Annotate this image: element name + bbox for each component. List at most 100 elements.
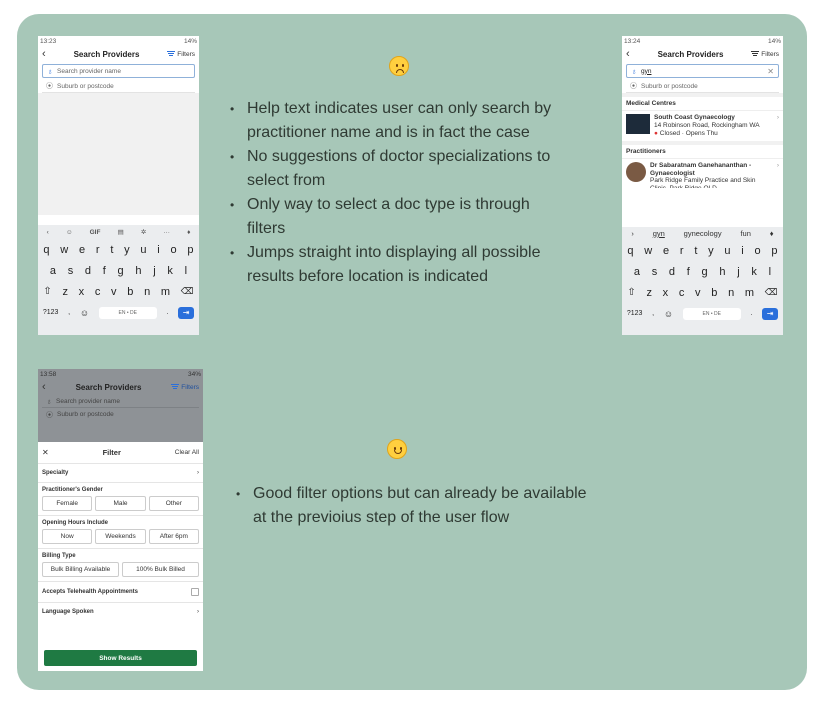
key-r[interactable]: r [96,244,100,256]
key-i[interactable]: i [741,245,743,257]
chevron-right-icon[interactable]: › [631,229,634,238]
comma-key[interactable]: , [68,309,70,316]
key-g[interactable]: g [118,265,124,277]
suggestion[interactable]: gynecology [684,229,722,238]
back-arrow-icon[interactable]: ‹ [626,48,630,60]
show-results-button[interactable]: Show Results [44,650,197,666]
specialty-row[interactable]: Specialty › [38,464,203,483]
key-j[interactable]: j [153,265,155,277]
key-y[interactable]: y [124,244,130,256]
emoji-icon[interactable]: ☺ [664,309,673,319]
key-g[interactable]: g [702,266,708,278]
clear-all-button[interactable]: Clear All [175,449,199,456]
key-x[interactable]: x [79,286,85,298]
telehealth-row[interactable]: Accepts Telehealth Appointments [38,582,203,603]
hours-now-chip[interactable]: Now [42,529,93,544]
provider-search-input[interactable]: ♁ gyn ✕ [626,64,779,78]
close-icon[interactable]: ✕ [42,448,49,457]
key-m[interactable]: m [161,286,170,298]
suggestion[interactable]: gyn [653,229,665,238]
back-arrow-icon[interactable]: ‹ [42,381,46,393]
key-a[interactable]: a [50,265,56,277]
suburb-input[interactable]: ⦿ Suburb or postcode [42,408,199,421]
suburb-input[interactable]: ⦿ Suburb or postcode [42,80,195,93]
bulk-billed-100-chip[interactable]: 100% Bulk Billed [122,562,199,577]
key-d[interactable]: d [669,266,675,278]
shift-icon[interactable]: ⇧ [43,286,51,297]
key-x[interactable]: x [663,287,669,299]
key-p[interactable]: p [187,244,193,256]
chevron-left-icon[interactable]: ‹ [47,229,49,236]
clipboard-icon[interactable]: ▤ [118,228,124,236]
key-l[interactable]: l [769,266,771,278]
microphone-icon[interactable]: ♦ [770,229,774,238]
medical-centre-result[interactable]: South Coast Gynaecology 14 Robinson Road… [622,110,783,145]
key-n[interactable]: n [144,286,150,298]
practitioner-result[interactable]: Dr Sabaratnam Ganehananthan - Gynaecolog… [622,158,783,188]
key-z[interactable]: z [62,286,68,298]
key-d[interactable]: d [85,265,91,277]
key-n[interactable]: n [728,287,734,299]
key-v[interactable]: v [111,286,117,298]
filters-button[interactable]: Filters [167,51,195,58]
key-v[interactable]: v [695,287,701,299]
suggestion[interactable]: fun [740,229,750,238]
period-key[interactable]: . [166,309,168,316]
key-h[interactable]: h [719,266,725,278]
microphone-icon[interactable]: ♦ [187,229,190,236]
symbols-key[interactable]: ?123 [43,309,59,316]
space-bar[interactable]: EN • DE [98,306,157,319]
key-l[interactable]: l [185,265,187,277]
telehealth-checkbox[interactable] [191,588,199,596]
enter-arrow-icon[interactable]: ⇥ [178,306,195,319]
bulk-billing-available-chip[interactable]: Bulk Billing Available [42,562,119,577]
key-b[interactable]: b [711,287,717,299]
settings-gear-icon[interactable]: ✲ [141,228,146,236]
hours-weekends-chip[interactable]: Weekends [95,529,146,544]
on-screen-keyboard[interactable]: ‹ ☺ GIF ▤ ✲ ··· ♦ q w e r t y u i o p a … [38,225,199,335]
key-k[interactable]: k [751,266,757,278]
backspace-icon[interactable]: ⌫ [765,287,778,298]
key-f[interactable]: f [103,265,106,277]
on-screen-keyboard[interactable]: › gyn gynecology fun ♦ q w e r t y u i o… [622,227,783,335]
space-bar[interactable]: EN • DE [682,307,741,320]
key-z[interactable]: z [646,287,652,299]
back-arrow-icon[interactable]: ‹ [42,48,46,60]
key-p[interactable]: p [771,245,777,257]
key-q[interactable]: q [43,244,49,256]
suburb-input[interactable]: ⦿ Suburb or postcode [626,80,779,93]
key-t[interactable]: t [694,245,697,257]
key-a[interactable]: a [634,266,640,278]
emoji-icon[interactable]: ☺ [80,308,89,318]
key-s[interactable]: s [652,266,658,278]
comma-key[interactable]: , [652,310,654,317]
key-u[interactable]: u [724,245,730,257]
gender-other-chip[interactable]: Other [148,496,199,511]
backspace-icon[interactable]: ⌫ [181,286,194,297]
key-c[interactable]: c [679,287,685,299]
key-y[interactable]: y [708,245,714,257]
key-o[interactable]: o [755,245,761,257]
key-u[interactable]: u [140,244,146,256]
shift-icon[interactable]: ⇧ [627,287,635,298]
hours-after6-chip[interactable]: After 6pm [148,529,199,544]
enter-arrow-icon[interactable]: ⇥ [762,307,779,320]
provider-search-input[interactable]: ♁ Search provider name [42,395,199,408]
filters-button[interactable]: Filters [171,384,199,391]
key-o[interactable]: o [171,244,177,256]
gif-button[interactable]: GIF [90,229,101,236]
clear-icon[interactable]: ✕ [767,67,774,76]
key-k[interactable]: k [167,265,173,277]
key-r[interactable]: r [680,245,684,257]
period-key[interactable]: . [750,310,752,317]
key-c[interactable]: c [95,286,101,298]
key-j[interactable]: j [737,266,739,278]
key-e[interactable]: e [79,244,85,256]
more-button[interactable]: ··· [163,229,170,236]
key-w[interactable]: w [644,245,652,257]
key-h[interactable]: h [135,265,141,277]
key-s[interactable]: s [68,265,74,277]
key-b[interactable]: b [127,286,133,298]
key-w[interactable]: w [60,244,68,256]
sticker-icon[interactable]: ☺ [66,229,73,236]
